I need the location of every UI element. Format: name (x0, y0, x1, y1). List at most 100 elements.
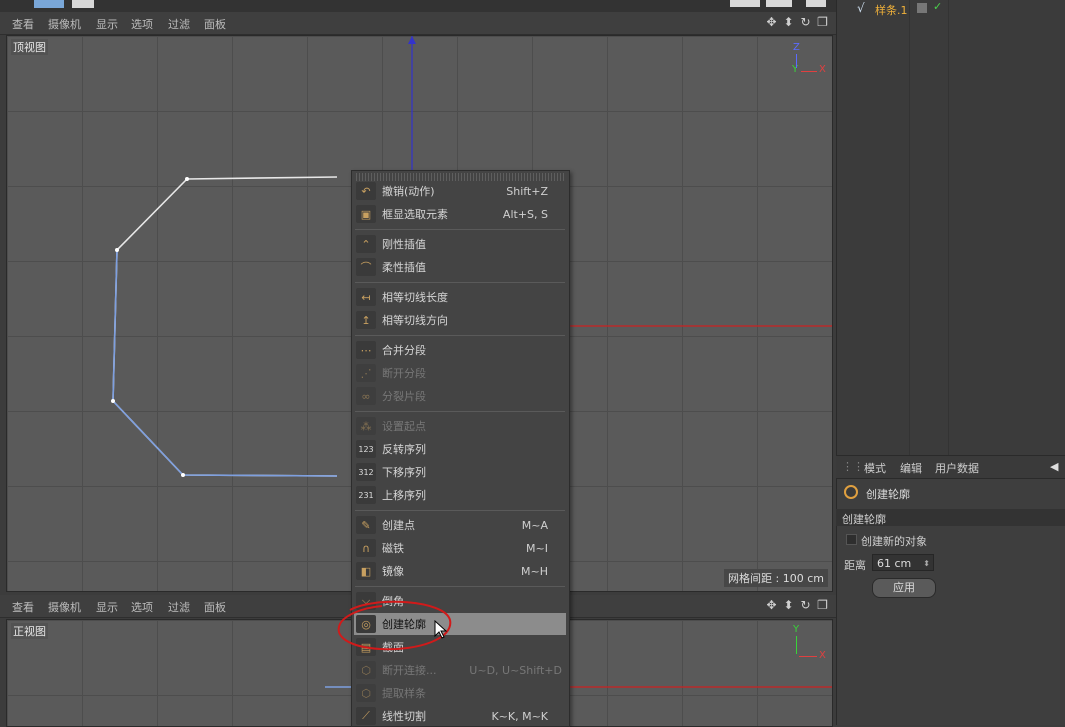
menu-item-mirror[interactable]: ◧ 镜像 M~H (354, 560, 566, 582)
top-toolbar-strip (0, 0, 836, 12)
soft-interpolation-icon: ⌒ (356, 258, 376, 276)
menu-filter[interactable]: 过滤 (168, 16, 190, 32)
menu-item-hard-interpolation[interactable]: ⌃ 刚性插值 (354, 233, 566, 255)
move-view-icon[interactable]: ✥ (764, 598, 779, 613)
axis-z-label: Z (793, 42, 800, 53)
apply-button[interactable]: 应用 (872, 578, 936, 598)
zoom-view-icon[interactable]: ⬍ (781, 598, 796, 613)
create-new-object-checkbox[interactable] (846, 534, 857, 545)
menu-separator (355, 282, 565, 283)
axis-y-label: Y (793, 624, 800, 635)
tab-edit[interactable]: 编辑 (900, 460, 922, 476)
menu-item-line-cut[interactable]: ⟋ 线性切割 K~K, M~K (354, 705, 566, 727)
hard-interpolation-icon: ⌃ (356, 235, 376, 253)
axis-gizmo: Y X (789, 624, 829, 661)
menu-separator (355, 510, 565, 511)
section-title: 创建轮廓 (842, 513, 886, 526)
grip-icon: ⋮⋮ (842, 460, 864, 473)
checkbox-label: 创建新的对象 (861, 535, 927, 548)
object-row[interactable]: √ 样条.1 ✓ (843, 0, 953, 18)
menu-separator (355, 586, 565, 587)
mirror-icon: ◧ (356, 562, 376, 580)
mouse-cursor-icon (434, 620, 448, 639)
menu-display[interactable]: 显示 (96, 16, 118, 32)
rotate-view-icon[interactable]: ↻ (798, 598, 813, 613)
viewport-nav-icons: ✥ ⬍ ↻ ❐ (764, 598, 830, 613)
menu-display[interactable]: 显示 (96, 599, 118, 615)
menu-separator (355, 335, 565, 336)
visibility-check-icon[interactable]: ✓ (933, 0, 942, 13)
menu-view[interactable]: 查看 (12, 16, 34, 32)
undo-icon: ↶ (356, 182, 376, 200)
rotate-view-icon[interactable]: ↻ (798, 15, 813, 30)
viewport-nav-icons: ✥ ⬍ ↻ ❐ (764, 15, 830, 30)
menu-item-move-down-sequence[interactable]: 312 下移序列 (354, 461, 566, 483)
tool-title-row: 创建轮廓 (836, 479, 1065, 507)
back-arrow-icon[interactable]: ◀ (1050, 460, 1058, 473)
spline-object-icon: √ (857, 1, 865, 15)
menu-view[interactable]: 查看 (12, 599, 34, 615)
menu-filter[interactable]: 过滤 (168, 599, 190, 615)
menu-item-soft-interpolation[interactable]: ⌒ 柔性插值 (354, 256, 566, 278)
create-outline-icon (844, 485, 858, 499)
knife-icon: ⟋ (356, 707, 376, 725)
tool-title: 创建轮廓 (866, 488, 910, 501)
menu-panel[interactable]: 面板 (204, 16, 226, 32)
menu-item-equal-tangent-direction[interactable]: ↥ 相等切线方向 (354, 309, 566, 331)
toolbar-tool-icon[interactable] (72, 0, 94, 8)
menu-item-move-up-sequence[interactable]: 231 上移序列 (354, 484, 566, 506)
menu-item-frame-selected[interactable]: ▣ 框显选取元素 Alt+S, S (354, 203, 566, 225)
magnet-icon: ∩ (356, 539, 376, 557)
extract-spline-icon: ⬡ (356, 684, 376, 702)
create-point-icon: ✎ (356, 516, 376, 534)
toolbar-tool-icon[interactable] (34, 0, 64, 8)
menu-camera[interactable]: 摄像机 (48, 16, 81, 32)
menu-item-break-segment[interactable]: ⋰ 断开分段 (354, 362, 566, 384)
toolbar-tool-icon[interactable] (730, 0, 760, 7)
axis-x-label: X (819, 64, 826, 75)
menu-item-join-segment[interactable]: ⋯ 合并分段 (354, 339, 566, 361)
menu-item-reverse-sequence[interactable]: 123 反转序列 (354, 438, 566, 460)
menu-separator (355, 411, 565, 412)
menu-item-equal-tangent-length[interactable]: ↤ 相等切线长度 (354, 286, 566, 308)
layer-icon[interactable] (917, 3, 927, 13)
menu-camera[interactable]: 摄像机 (48, 599, 81, 615)
menu-item-extract-spline[interactable]: ⬡ 提取样条 (354, 682, 566, 704)
menu-panel[interactable]: 面板 (204, 599, 226, 615)
toolbar-tool-icon[interactable] (766, 0, 792, 7)
set-first-point-icon: ⁂ (356, 417, 376, 435)
tab-user-data[interactable]: 用户数据 (935, 460, 979, 476)
menu-item-disconnect[interactable]: ⬡ 断开连接... U~D, U~Shift+D (354, 659, 566, 681)
om-column-divider (909, 0, 910, 455)
menu-item-set-first-point[interactable]: ⁂ 设置起点 (354, 415, 566, 437)
tab-mode[interactable]: 模式 (864, 460, 886, 476)
zoom-view-icon[interactable]: ⬍ (781, 15, 796, 30)
object-manager: √ 样条.1 ✓ (837, 0, 1065, 455)
distance-label: 距离 (844, 559, 866, 572)
menu-item-create-point[interactable]: ✎ 创建点 M~A (354, 514, 566, 536)
explode-segments-icon: ∞ (356, 387, 376, 405)
move-view-icon[interactable]: ✥ (764, 15, 779, 30)
right-panel: √ 样条.1 ✓ (836, 0, 1065, 725)
frame-selected-icon: ▣ (356, 205, 376, 223)
axis-x-label: X (819, 650, 826, 661)
menu-item-magnet[interactable]: ∩ 磁铁 M~I (354, 537, 566, 559)
move-down-sequence-icon: 312 (356, 463, 376, 481)
maximize-view-icon[interactable]: ❐ (815, 15, 830, 30)
disconnect-icon: ⬡ (356, 661, 376, 679)
toolbar-tool-icon[interactable] (806, 0, 826, 7)
menu-item-explode-segments[interactable]: ∞ 分裂片段 (354, 385, 566, 407)
object-name[interactable]: 样条.1 (875, 2, 908, 18)
distance-value: 61 cm (877, 557, 912, 570)
distance-field[interactable]: 61 cm ⬍ (872, 554, 934, 571)
menu-options[interactable]: 选项 (131, 16, 153, 32)
section-header: 创建轮廓 (836, 509, 1065, 526)
menu-separator (355, 229, 565, 230)
move-up-sequence-icon: 231 (356, 486, 376, 504)
spinner-icon[interactable]: ⬍ (923, 555, 930, 572)
menu-options[interactable]: 选项 (131, 599, 153, 615)
menu-item-undo[interactable]: ↶ 撤销(动作) Shift+Z (354, 180, 566, 202)
equal-tangent-direction-icon: ↥ (356, 311, 376, 329)
maximize-view-icon[interactable]: ❐ (815, 598, 830, 613)
reverse-sequence-icon: 123 (356, 440, 376, 458)
